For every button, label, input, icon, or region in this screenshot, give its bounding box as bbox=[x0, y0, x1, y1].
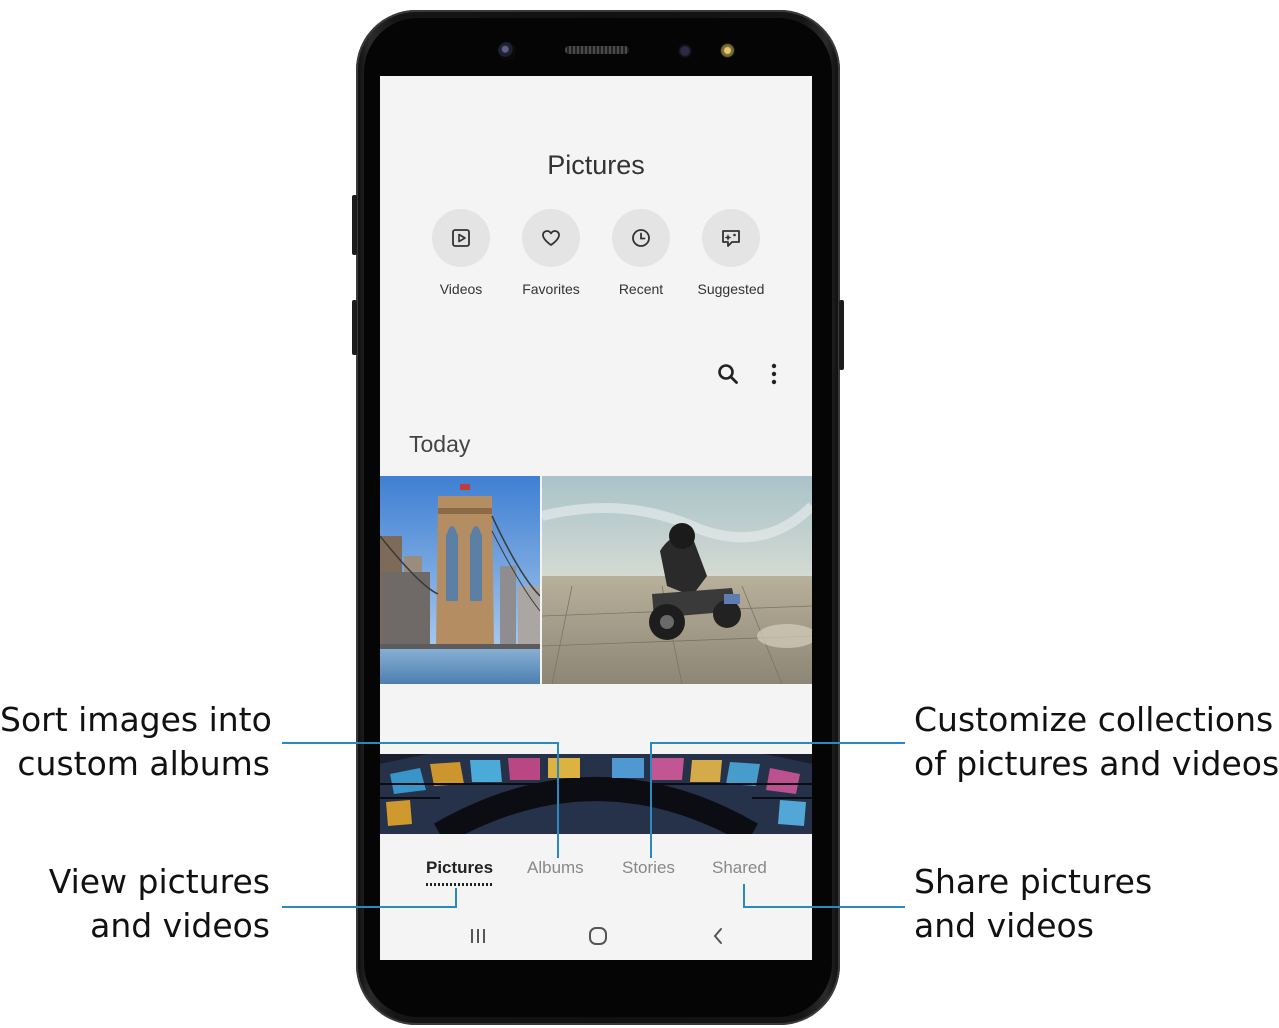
callout-albums-line1: Sort images into bbox=[0, 700, 272, 739]
proximity-sensor bbox=[678, 44, 692, 58]
leader-line-pictures-vertical bbox=[455, 888, 457, 908]
tab-stories[interactable]: Stories bbox=[622, 858, 675, 878]
quick-action-videos[interactable]: Videos bbox=[416, 209, 506, 297]
power-button bbox=[839, 300, 844, 370]
quick-action-suggested[interactable]: Suggested bbox=[686, 209, 776, 297]
play-icon bbox=[452, 229, 470, 247]
quick-action-suggested-label: Suggested bbox=[697, 281, 765, 297]
callout-pictures-line2: and videos bbox=[90, 906, 270, 945]
callout-stories: Customize collections of pictures and vi… bbox=[914, 698, 1279, 786]
more-vertical-icon[interactable] bbox=[760, 360, 788, 388]
heart-icon bbox=[542, 230, 560, 246]
tab-shared[interactable]: Shared bbox=[712, 858, 767, 878]
earpiece-speaker bbox=[565, 46, 629, 54]
quick-action-favorites-label: Favorites bbox=[522, 281, 580, 297]
favorites-icon-circle bbox=[522, 209, 580, 267]
callout-stories-line2: of pictures and videos bbox=[914, 744, 1279, 783]
quick-action-recent-label: Recent bbox=[618, 281, 664, 297]
annotated-phone-illustration: Sort images into custom albums View pict… bbox=[0, 0, 1279, 1028]
sparkle-chat-icon bbox=[722, 230, 740, 247]
leader-line-stories-vertical bbox=[650, 742, 652, 858]
quick-action-favorites[interactable]: Favorites bbox=[506, 209, 596, 297]
callout-stories-line1: Customize collections bbox=[914, 700, 1274, 739]
leader-line-stories-horizontal bbox=[650, 742, 905, 744]
bridge-photo[interactable] bbox=[380, 476, 540, 684]
recents-icon[interactable] bbox=[463, 921, 493, 951]
callout-pictures-line1: View pictures bbox=[48, 862, 270, 901]
bottom-tab-bar: Pictures Albums Stories Shared bbox=[380, 858, 812, 888]
home-icon[interactable] bbox=[583, 921, 613, 951]
leader-line-shared-vertical bbox=[743, 884, 745, 908]
leader-line-albums-horizontal bbox=[282, 742, 559, 744]
search-icon[interactable] bbox=[714, 360, 742, 388]
tab-pictures-active-indicator bbox=[426, 883, 494, 886]
leader-line-shared-horizontal bbox=[743, 906, 905, 908]
quick-action-recent[interactable]: Recent bbox=[596, 209, 686, 297]
clock-icon bbox=[632, 229, 650, 247]
section-header-today: Today bbox=[409, 431, 471, 457]
bixby-button bbox=[352, 300, 357, 355]
videos-icon-circle bbox=[432, 209, 490, 267]
recent-icon-circle bbox=[612, 209, 670, 267]
tab-pictures[interactable]: Pictures bbox=[426, 858, 493, 878]
tab-albums[interactable]: Albums bbox=[527, 858, 584, 878]
glass-dome-photo[interactable] bbox=[380, 754, 812, 834]
callout-albums: Sort images into custom albums bbox=[0, 698, 272, 786]
page-title: Pictures bbox=[547, 150, 645, 180]
leader-line-albums-vertical bbox=[557, 742, 559, 858]
callout-shared-line2: and videos bbox=[914, 906, 1094, 945]
back-icon[interactable] bbox=[703, 921, 733, 951]
callout-shared: Share pictures and videos bbox=[914, 860, 1274, 948]
front-flash bbox=[720, 43, 735, 58]
callout-shared-line1: Share pictures bbox=[914, 862, 1153, 901]
callout-pictures: View pictures and videos bbox=[0, 860, 270, 948]
callout-albums-line2: custom albums bbox=[17, 744, 270, 783]
leader-line-pictures-horizontal bbox=[282, 906, 457, 908]
suggested-icon-circle bbox=[702, 209, 760, 267]
volume-button bbox=[352, 195, 357, 255]
motorcycle-photo[interactable] bbox=[542, 476, 812, 684]
quick-action-videos-label: Videos bbox=[439, 281, 483, 297]
gallery-screen: Pictures Videos Favorites Recent Suggest… bbox=[380, 76, 812, 960]
front-camera bbox=[498, 42, 516, 60]
